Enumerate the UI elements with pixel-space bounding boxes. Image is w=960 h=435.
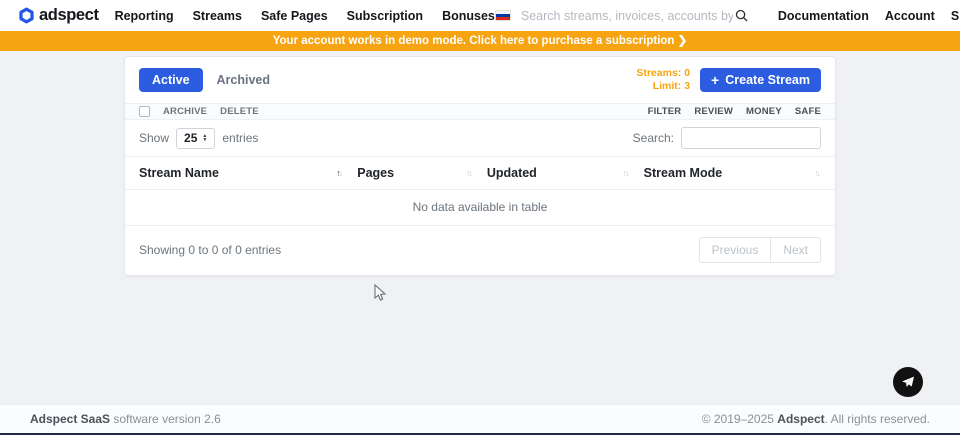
sort-icon[interactable]: ↑↓ [466, 168, 473, 178]
card-footer: Showing 0 to 0 of 0 entries Previous Nex… [125, 226, 835, 275]
column-label: Pages [357, 166, 394, 180]
adspect-logo[interactable]: adspect [18, 6, 99, 25]
table-search-control: Search: [633, 127, 821, 149]
nav-item-sign-out[interactable]: Sign Out [951, 9, 960, 23]
show-label: Show [139, 131, 169, 145]
sort-icon[interactable]: ↑↓ [814, 168, 821, 178]
stream-limits: Streams: 0 Limit: 3 [636, 67, 690, 93]
nav-item-safe-pages[interactable]: Safe Pages [261, 9, 328, 23]
filter-links: FILTER REVIEW MONEY SAFE [648, 106, 821, 117]
entries-label: entries [222, 131, 258, 145]
streams-limit: Limit: 3 [636, 80, 690, 93]
navbar-right: Documentation Account Sign Out [495, 9, 960, 23]
create-stream-label: Create Stream [725, 73, 810, 87]
bulk-actions-bar: ARCHIVE DELETE FILTER REVIEW MONEY SAFE [125, 103, 835, 120]
page-footer: Adspect SaaS software version 2.6 © 2019… [0, 404, 960, 433]
telegram-button[interactable] [893, 367, 923, 397]
streams-card: Active Archived Streams: 0 Limit: 3 + Cr… [124, 56, 836, 276]
footer-version-text: software version 2.6 [110, 412, 221, 426]
nav-item-bonuses[interactable]: Bonuses [442, 9, 495, 23]
filter-link-review[interactable]: REVIEW [694, 106, 733, 117]
nav-item-account[interactable]: Account [885, 9, 935, 23]
footer-product-name: Adspect SaaS [30, 412, 110, 426]
main-menu: Reporting Streams Safe Pages Subscriptio… [115, 9, 495, 23]
global-search-input[interactable] [521, 9, 733, 23]
column-label: Updated [487, 166, 537, 180]
table-search-input[interactable] [681, 127, 821, 149]
next-page-button[interactable]: Next [771, 237, 821, 263]
card-header-right: Streams: 0 Limit: 3 + Create Stream [636, 67, 821, 93]
nav-item-subscription[interactable]: Subscription [347, 9, 423, 23]
stream-tabs: Active Archived [139, 68, 270, 92]
copyright-years: © 2019–2025 [702, 412, 778, 426]
bulk-actions-left: ARCHIVE DELETE [139, 106, 259, 117]
select-arrows-icon: ▲▼ [202, 134, 207, 143]
hexagon-logo-icon [18, 7, 35, 24]
create-stream-button[interactable]: + Create Stream [700, 68, 821, 92]
filter-link-safe[interactable]: SAFE [795, 106, 821, 117]
column-header-pages[interactable]: Pages ↑↓ [357, 166, 487, 180]
footer-copyright: © 2019–2025 Adspect. All rights reserved… [702, 412, 930, 426]
main-content: Active Archived Streams: 0 Limit: 3 + Cr… [0, 51, 960, 404]
tab-active[interactable]: Active [139, 68, 203, 92]
table-empty-message: No data available in table [125, 190, 835, 226]
mouse-cursor [374, 284, 387, 307]
entries-select[interactable]: 25 ▲▼ [176, 128, 215, 149]
select-all-checkbox[interactable] [139, 106, 150, 117]
plus-icon: + [711, 73, 719, 87]
search-icon[interactable] [735, 9, 748, 22]
table-header-row: Stream Name ↑↓ Pages ↑↓ Updated ↑↓ Strea… [125, 157, 835, 190]
language-flag-icon[interactable] [495, 10, 511, 21]
footer-version: Adspect SaaS software version 2.6 [30, 412, 221, 426]
card-header: Active Archived Streams: 0 Limit: 3 + Cr… [125, 57, 835, 103]
column-label: Stream Mode [644, 166, 723, 180]
page-length-control: Show 25 ▲▼ entries [139, 128, 258, 149]
column-header-stream-mode[interactable]: Stream Mode ↑↓ [644, 166, 821, 180]
copyright-brand: Adspect [777, 412, 824, 426]
filter-link-filter[interactable]: FILTER [648, 106, 682, 117]
copyright-rights: . All rights reserved. [825, 412, 930, 426]
pagination-info: Showing 0 to 0 of 0 entries [139, 243, 281, 257]
brand-name: adspect [39, 6, 99, 25]
previous-page-button[interactable]: Previous [699, 237, 772, 263]
top-navbar: adspect Reporting Streams Safe Pages Sub… [0, 0, 960, 31]
demo-mode-banner[interactable]: Your account works in demo mode. Click h… [0, 31, 960, 51]
column-header-updated[interactable]: Updated ↑↓ [487, 166, 644, 180]
sort-icon[interactable]: ↑↓ [623, 168, 630, 178]
bulk-delete-button[interactable]: DELETE [220, 106, 259, 117]
entries-value: 25 [184, 131, 197, 145]
column-label: Stream Name [139, 166, 219, 180]
filter-link-money[interactable]: MONEY [746, 106, 782, 117]
sort-icon[interactable]: ↑↓ [336, 168, 343, 178]
nav-item-reporting[interactable]: Reporting [115, 9, 174, 23]
streams-count: Streams: 0 [636, 67, 690, 80]
bulk-archive-button[interactable]: ARCHIVE [163, 106, 207, 117]
telegram-icon [900, 374, 916, 390]
table-controls: Show 25 ▲▼ entries Search: [125, 120, 835, 157]
nav-item-streams[interactable]: Streams [193, 9, 242, 23]
tab-archived[interactable]: Archived [217, 73, 271, 87]
column-header-stream-name[interactable]: Stream Name ↑↓ [139, 166, 357, 180]
pagination: Previous Next [699, 237, 821, 263]
table-search-label: Search: [633, 131, 674, 145]
nav-item-documentation[interactable]: Documentation [778, 9, 869, 23]
